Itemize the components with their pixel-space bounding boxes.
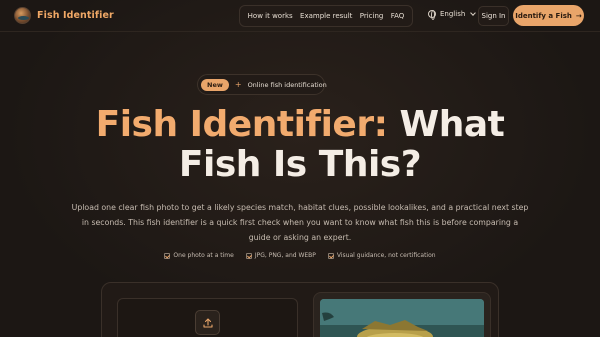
nav-link-how-it-works[interactable]: How it works	[248, 12, 293, 20]
globe-icon	[428, 10, 436, 20]
upload-icon	[202, 317, 213, 328]
nav-menu: How it works Example result Pricing FAQ	[239, 5, 413, 27]
identify-fish-label: Identify a Fish	[515, 11, 572, 20]
brand-name: Fish Identifier	[37, 10, 114, 21]
check-icon	[245, 252, 252, 259]
chevron-down-icon	[470, 10, 477, 16]
language-selector[interactable]: English	[428, 10, 477, 20]
check-item: One photo at a time	[164, 252, 234, 259]
upload-button[interactable]	[195, 310, 220, 335]
nav-link-example-result[interactable]: Example result	[300, 12, 352, 20]
example-photo-frame	[313, 292, 491, 337]
badge-text: Online fish identification	[247, 80, 327, 89]
title-line2: Fish Is This?	[178, 144, 422, 185]
top-navbar: Fish Identifier How it works Example res…	[0, 0, 600, 32]
nav-link-faq[interactable]: FAQ	[391, 12, 405, 20]
language-label: English	[440, 10, 466, 18]
check-item: Visual guidance, not certification	[327, 252, 436, 259]
check-icon	[164, 252, 171, 259]
arrow-right-icon: →	[575, 11, 582, 20]
check-icon	[327, 252, 334, 259]
check-item: JPG, PNG, and WEBP	[245, 252, 316, 259]
check-label: One photo at a time	[173, 252, 234, 259]
check-label: Visual guidance, not certification	[336, 252, 436, 259]
fish-image	[320, 299, 484, 337]
identify-fish-button[interactable]: Identify a Fish →	[513, 5, 584, 26]
hero-description: Upload one clear fish photo to get a lik…	[71, 203, 529, 242]
plus-icon: +	[234, 80, 242, 89]
nav-link-pricing[interactable]: Pricing	[360, 12, 384, 20]
title-accent: Fish Identifier:	[95, 104, 388, 145]
sign-in-button[interactable]: Sign In	[478, 6, 509, 26]
fish-logo-icon	[14, 7, 31, 24]
new-tag: New	[201, 78, 229, 91]
feature-checks: One photo at a time JPG, PNG, and WEBP V…	[0, 252, 600, 259]
check-label: JPG, PNG, and WEBP	[254, 252, 316, 259]
announcement-badge[interactable]: New + Online fish identification	[197, 74, 327, 95]
example-fish-photo	[320, 299, 484, 337]
page-title: Fish Identifier: What Fish Is This?	[0, 105, 600, 185]
brand[interactable]: Fish Identifier	[14, 7, 114, 24]
title-rest-line1: What	[399, 104, 505, 145]
